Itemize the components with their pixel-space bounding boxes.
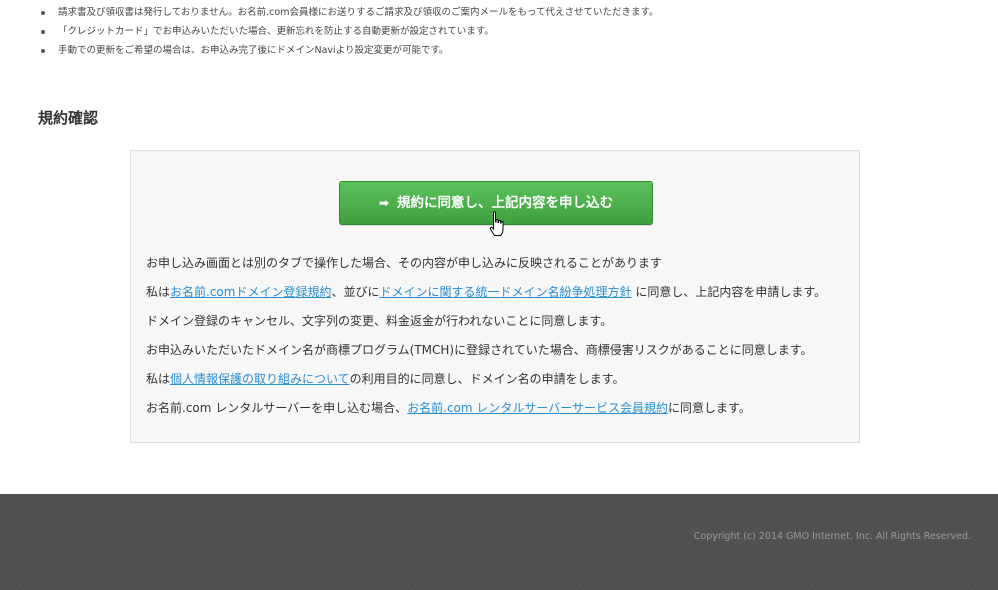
bullet-icon <box>41 30 45 34</box>
arrow-right-icon: ➡ <box>378 196 390 210</box>
domain-registration-terms-link[interactable]: お名前.comドメイン登録規約 <box>170 285 331 299</box>
page-footer: Copyright (c) 2014 GMO Internet, Inc. Al… <box>0 494 998 590</box>
note-item: 手動での更新をご希望の場合は、お申込み完了後にドメインNaviより設定変更が可能… <box>40 41 940 60</box>
terms-text: お名前.com レンタルサーバーを申し込む場合、 <box>146 401 408 415</box>
note-item: 請求書及び領収書は発行しておりません。お名前.com会員様にお送りするご請求及び… <box>40 3 940 22</box>
terms-line: 私はお名前.comドメイン登録規約、並びにドメインに関する統一ドメイン名紛争処理… <box>146 281 826 310</box>
terms-text: の利用目的に同意し、ドメイン名の申請をします。 <box>349 372 625 386</box>
rental-server-terms-link[interactable]: お名前.com レンタルサーバーサービス会員規約 <box>407 401 668 415</box>
note-text: 請求書及び領収書は発行しておりません。お名前.com会員様にお送りするご請求及び… <box>58 7 659 18</box>
hand-cursor-icon <box>489 211 504 236</box>
note-item: 「クレジットカード」でお申込みいただいた場合、更新忘れを防止する自動更新が設定さ… <box>40 22 940 41</box>
terms-text: 、並びに <box>331 285 380 299</box>
privacy-policy-link[interactable]: 個人情報保護の取り組みについて <box>170 372 350 386</box>
note-text: 手動での更新をご希望の場合は、お申込み完了後にドメインNaviより設定変更が可能… <box>58 45 449 56</box>
terms-line: お名前.com レンタルサーバーを申し込む場合、お名前.com レンタルサーバー… <box>146 397 826 426</box>
note-text: 「クレジットカード」でお申込みいただいた場合、更新忘れを防止する自動更新が設定さ… <box>58 26 494 37</box>
notes-list: 請求書及び領収書は発行しておりません。お名前.com会員様にお送りするご請求及び… <box>40 3 940 60</box>
terms-text: お申込みいただいたドメイン名が商標プログラム(TMCH)に登録されていた場合、商… <box>146 343 813 357</box>
terms-line: お申込みいただいたドメイン名が商標プログラム(TMCH)に登録されていた場合、商… <box>146 339 826 368</box>
terms-line: ドメイン登録のキャンセル、文字列の変更、料金返金が行われないことに同意します。 <box>146 310 826 339</box>
terms-text: に同意します。 <box>668 401 751 415</box>
terms-text: 私は <box>146 372 171 386</box>
terms-text: ドメイン登録のキャンセル、文字列の変更、料金返金が行われないことに同意します。 <box>146 314 613 328</box>
terms-text: お申し込み画面とは別のタブで操作した場合、その内容が申し込みに反映されることがあ… <box>146 256 663 270</box>
terms-text: に同意し、上記内容を申請します。 <box>631 285 827 299</box>
bullet-icon <box>41 11 45 15</box>
terms-line: お申し込み画面とは別のタブで操作した場合、その内容が申し込みに反映されることがあ… <box>146 252 826 281</box>
terms-text: 私は <box>146 285 171 299</box>
terms-line: 私は個人情報保護の取り組みについての利用目的に同意し、ドメイン名の申請をします。 <box>146 368 826 397</box>
bullet-icon <box>41 49 45 53</box>
dispute-resolution-policy-link[interactable]: ドメインに関する統一ドメイン名紛争処理方針 <box>379 285 631 299</box>
agree-button-label: 規約に同意し、上記内容を申し込む <box>397 195 614 211</box>
agreement-panel: ➡ 規約に同意し、上記内容を申し込む お申し込み画面とは別のタブで操作した場合、そ… <box>130 150 860 443</box>
copyright-text: Copyright (c) 2014 GMO Internet, Inc. Al… <box>693 531 971 542</box>
terms-list: お申し込み画面とは別のタブで操作した場合、その内容が申し込みに反映されることがあ… <box>146 252 826 426</box>
section-title: 規約確認 <box>38 109 99 127</box>
